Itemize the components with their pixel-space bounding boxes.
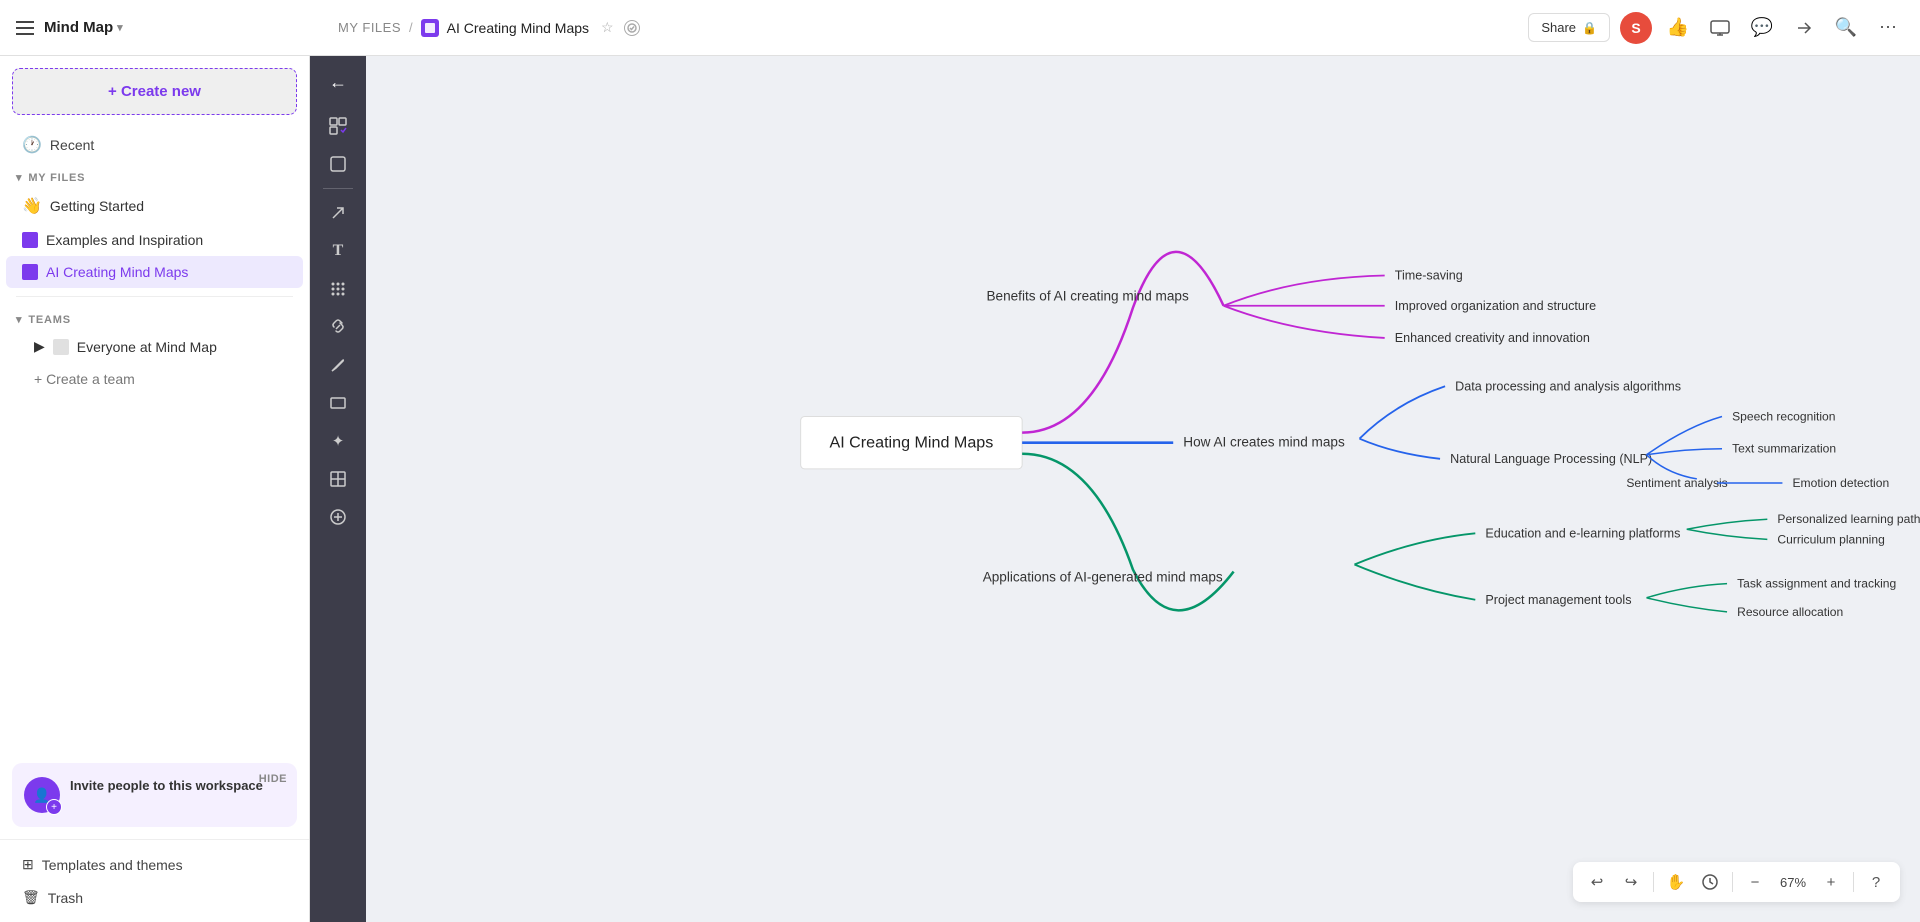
zoom-out-button[interactable]: −: [1741, 868, 1769, 896]
more-options-button[interactable]: ⋯: [1872, 12, 1904, 44]
svg-text:Text summarization: Text summarization: [1732, 442, 1836, 456]
zoom-in-button[interactable]: +: [1817, 868, 1845, 896]
wave-icon: 👋: [22, 196, 42, 216]
sidebar-trash[interactable]: 🗑 Trash: [6, 881, 303, 914]
create-team-button[interactable]: + Create a team: [6, 363, 303, 395]
comments-button[interactable]: 💬: [1746, 12, 1778, 44]
tool-divider-1: [323, 188, 353, 189]
templates-icon: ⊞: [22, 856, 34, 873]
sidebar-spacer: [0, 395, 309, 751]
topbar-left: Mind Map ▾: [16, 19, 326, 36]
svg-text:Applications of AI-generated m: Applications of AI-generated mind maps: [983, 570, 1223, 585]
teams-header[interactable]: ▾ TEAMS: [0, 305, 309, 330]
svg-text:Benefits of AI creating mind m: Benefits of AI creating mind maps: [986, 289, 1188, 304]
svg-text:Natural Language Processing (N: Natural Language Processing (NLP): [1450, 452, 1652, 466]
chevron-down-icon-teams: ▾: [16, 313, 22, 326]
controls-separator-1: [1653, 872, 1654, 892]
table-tool[interactable]: [318, 461, 358, 497]
breadcrumb-my-files[interactable]: MY FILES: [338, 20, 401, 35]
arrow-tool[interactable]: [318, 195, 358, 231]
tool-panel: ← T ✦: [310, 56, 366, 922]
svg-text:Personalized learning paths: Personalized learning paths: [1777, 512, 1920, 526]
verified-icon: [624, 20, 640, 36]
chevron-right-icon: ▶: [34, 338, 45, 355]
main-area: + Create new 🕐 Recent ▾ MY FILES 👋 Getti…: [0, 56, 1920, 922]
user-avatar[interactable]: S: [1620, 12, 1652, 44]
sidebar-templates[interactable]: ⊞ Templates and themes: [6, 848, 303, 881]
svg-text:Emotion detection: Emotion detection: [1793, 476, 1890, 490]
sidebar: + Create new 🕐 Recent ▾ MY FILES 👋 Getti…: [0, 56, 310, 922]
sidebar-item-ai-mind-maps[interactable]: AI Creating Mind Maps: [6, 256, 303, 288]
my-files-header[interactable]: ▾ MY FILES: [0, 163, 309, 188]
pan-button[interactable]: ✋: [1662, 868, 1690, 896]
breadcrumb: MY FILES / AI Creating Mind Maps ☆: [338, 19, 1516, 37]
invite-avatar: 👤: [24, 777, 60, 813]
sidebar-bottom: ⊞ Templates and themes 🗑 Trash: [0, 839, 309, 922]
sparkle-tool[interactable]: ✦: [318, 423, 358, 459]
canvas[interactable]: AI Creating Mind Maps Benefits of AI cre…: [366, 56, 1920, 922]
svg-text:Sentiment analysis: Sentiment analysis: [1626, 476, 1727, 490]
frame-tool[interactable]: [318, 146, 358, 182]
create-new-button[interactable]: + Create new: [12, 68, 297, 115]
sidebar-item-examples[interactable]: Examples and Inspiration: [6, 224, 303, 256]
redo-button[interactable]: ↪: [1617, 868, 1645, 896]
team-icon: [53, 339, 69, 355]
svg-text:Project management tools: Project management tools: [1485, 593, 1631, 607]
ai-mindmap-icon: [22, 264, 38, 280]
link-tool[interactable]: [318, 309, 358, 345]
svg-text:Data processing and analysis a: Data processing and analysis algorithms: [1455, 379, 1681, 393]
breadcrumb-separator: /: [409, 20, 413, 35]
rectangle-tool[interactable]: [318, 385, 358, 421]
sidebar-team-everyone[interactable]: ▶ Everyone at Mind Map: [6, 330, 303, 363]
zoom-level: 67%: [1775, 875, 1811, 890]
controls-separator-3: [1853, 872, 1854, 892]
file-icon: [421, 19, 439, 37]
sidebar-recent[interactable]: 🕐 Recent: [6, 127, 303, 163]
controls-separator-2: [1732, 872, 1733, 892]
svg-text:Resource allocation: Resource allocation: [1737, 605, 1843, 619]
lock-icon: 🔒: [1582, 21, 1597, 35]
svg-text:Improved organization and stru: Improved organization and structure: [1395, 299, 1596, 313]
workspace-name[interactable]: Mind Map ▾: [44, 19, 123, 36]
invite-text: Invite people to this workspace: [70, 777, 263, 795]
thumbs-up-button[interactable]: 👍: [1662, 12, 1694, 44]
svg-text:Time-saving: Time-saving: [1395, 269, 1463, 283]
grid-tool[interactable]: [318, 271, 358, 307]
breadcrumb-title: AI Creating Mind Maps: [447, 20, 589, 36]
present-button[interactable]: [1704, 12, 1736, 44]
svg-text:How AI creates mind maps: How AI creates mind maps: [1183, 435, 1345, 450]
pen-tool[interactable]: [318, 347, 358, 383]
help-button[interactable]: ?: [1862, 868, 1890, 896]
select-tool[interactable]: [318, 108, 358, 144]
svg-text:Education and e-learning platf: Education and e-learning platforms: [1485, 526, 1680, 540]
undo-button[interactable]: ↩: [1583, 868, 1611, 896]
svg-text:Task assignment and tracking: Task assignment and tracking: [1737, 577, 1896, 591]
text-tool[interactable]: T: [318, 233, 358, 269]
mind-map-svg: AI Creating Mind Maps Benefits of AI cre…: [366, 56, 1920, 922]
sidebar-divider: [16, 296, 293, 297]
search-button[interactable]: 🔍: [1830, 12, 1862, 44]
invite-banner: 👤 Invite people to this workspace HIDE: [12, 763, 297, 827]
examples-icon: [22, 232, 38, 248]
history-button[interactable]: [1696, 868, 1724, 896]
svg-text:Enhanced creativity and innova: Enhanced creativity and innovation: [1395, 331, 1590, 345]
trash-icon: 🗑: [22, 889, 40, 906]
hide-invite-button[interactable]: HIDE: [259, 773, 287, 785]
share-arrow-button[interactable]: [1788, 12, 1820, 44]
svg-text:Curriculum planning: Curriculum planning: [1777, 532, 1884, 546]
topbar-right: Share 🔒 S 👍 💬 🔍 ⋯: [1528, 12, 1904, 44]
canvas-controls: ↩ ↪ ✋ − 67% + ?: [1573, 862, 1900, 902]
add-tool[interactable]: [318, 499, 358, 535]
chevron-down-icon: ▾: [16, 171, 22, 184]
hamburger-menu[interactable]: [16, 21, 34, 35]
share-button[interactable]: Share 🔒: [1528, 13, 1610, 42]
sidebar-item-getting-started[interactable]: 👋 Getting Started: [6, 188, 303, 224]
recent-icon: 🕐: [22, 135, 42, 155]
back-button[interactable]: ←: [318, 64, 358, 100]
svg-text:Speech recognition: Speech recognition: [1732, 410, 1835, 424]
svg-text:AI Creating Mind Maps: AI Creating Mind Maps: [829, 434, 993, 452]
star-icon[interactable]: ☆: [601, 19, 614, 36]
topbar: Mind Map ▾ MY FILES / AI Creating Mind M…: [0, 0, 1920, 56]
